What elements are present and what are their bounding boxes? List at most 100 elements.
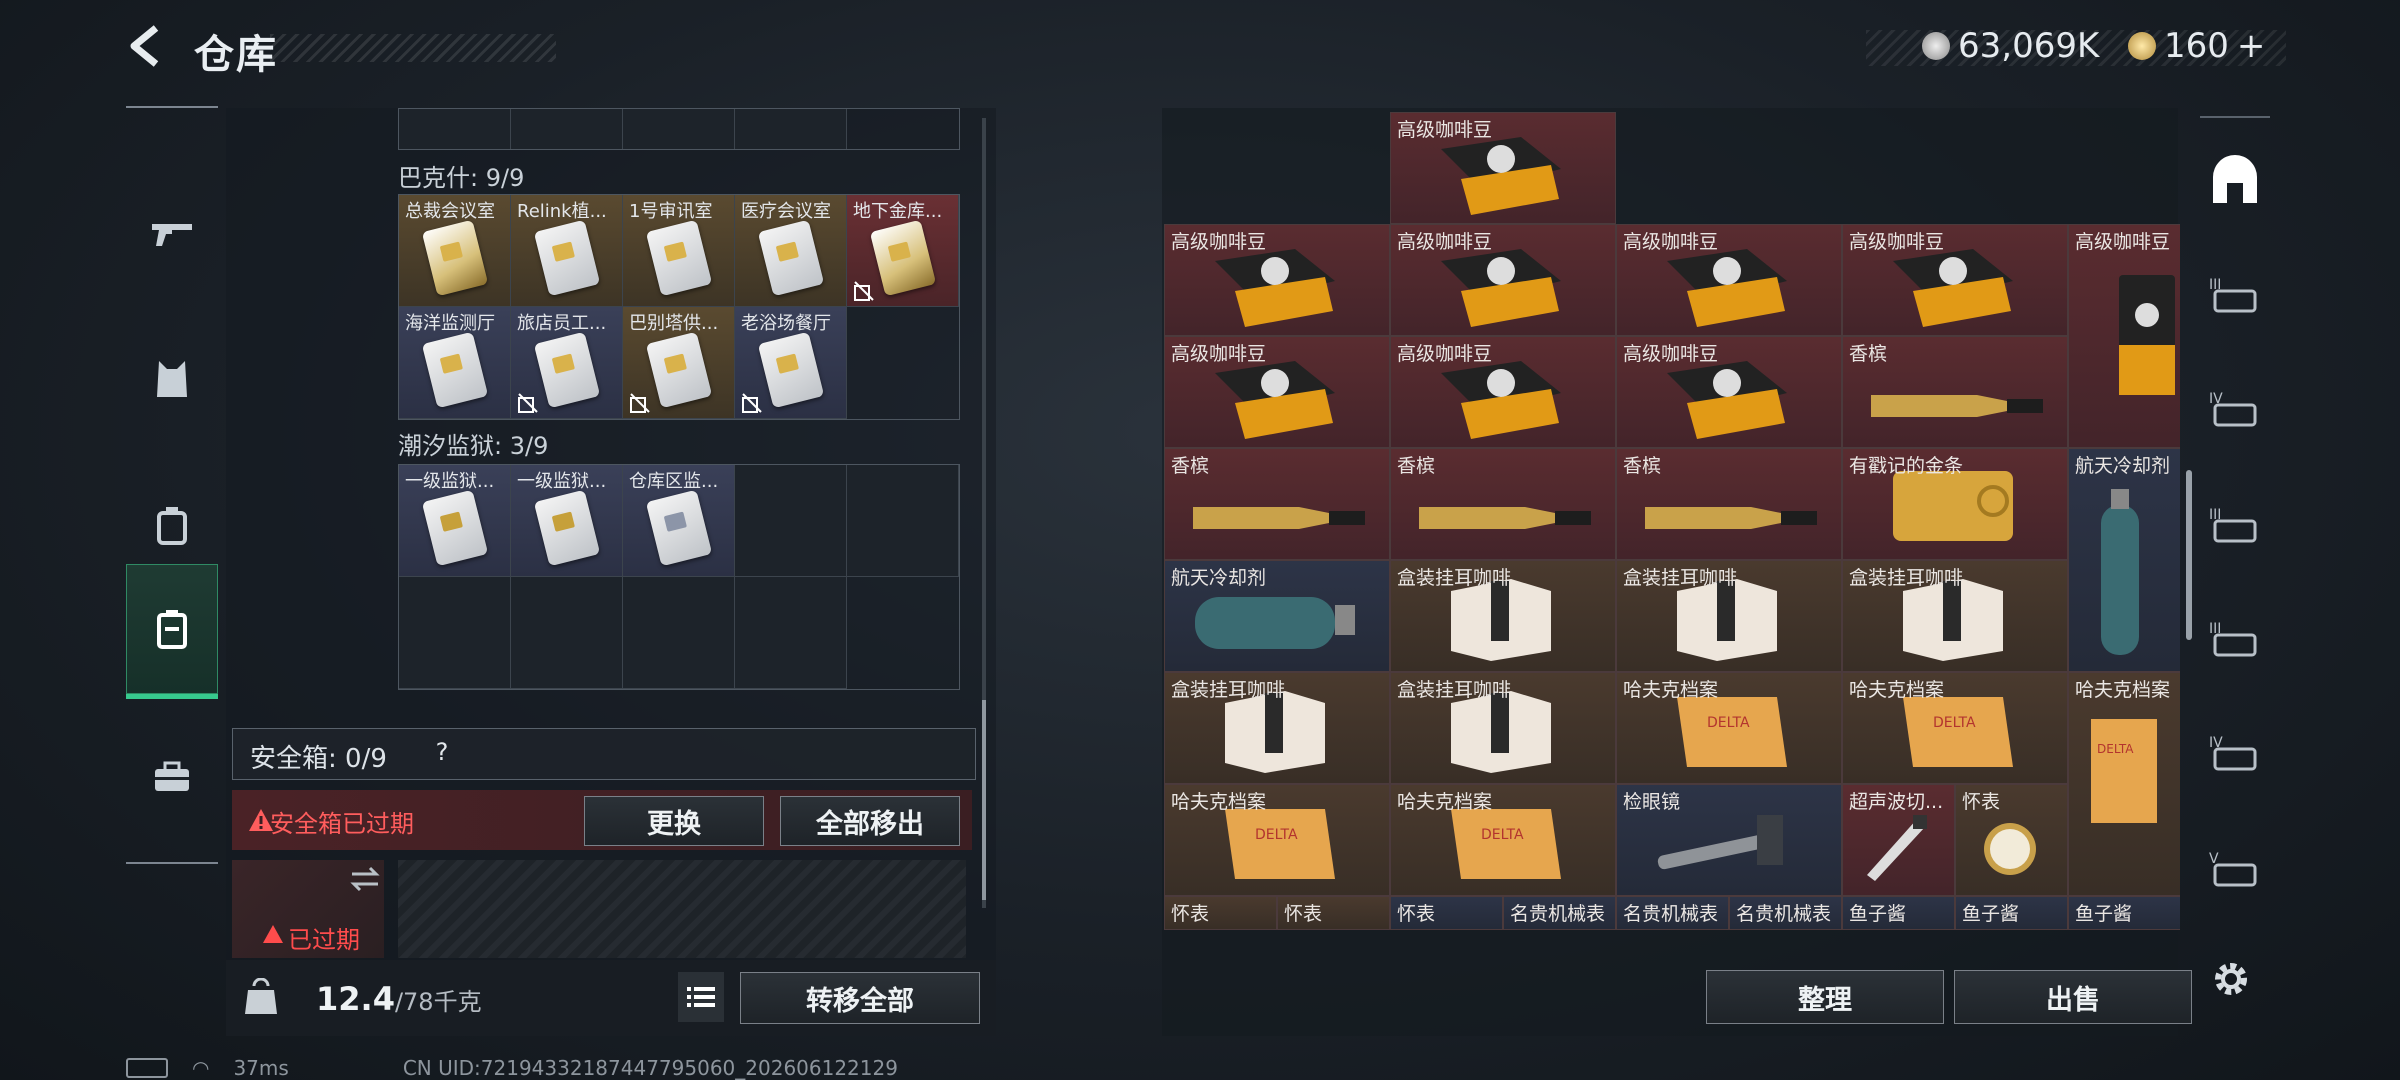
grid-cell[interactable]: [399, 109, 511, 149]
inventory-item[interactable]: 香槟: [1390, 448, 1616, 560]
case-iii-icon[interactable]: III: [2200, 260, 2270, 330]
inventory-item[interactable]: 高级咖啡豆: [1616, 336, 1842, 448]
grid-cell[interactable]: [511, 109, 623, 149]
inventory-item[interactable]: 鱼子酱: [1842, 896, 1955, 930]
case-iv-icon[interactable]: IV: [2200, 374, 2270, 444]
grid-cell[interactable]: [399, 577, 511, 689]
inventory-item[interactable]: 盒装挂耳咖啡: [1164, 672, 1390, 784]
inventory-item[interactable]: 怀表: [1164, 896, 1277, 930]
inventory-item[interactable]: 高级咖啡豆: [1842, 224, 2068, 336]
inventory-item[interactable]: 名贵机械表: [1616, 896, 1729, 930]
transfer-all-button[interactable]: 转移全部: [740, 972, 980, 1024]
keycard-item[interactable]: 一级监狱...: [399, 465, 511, 577]
sell-button[interactable]: 出售: [1954, 970, 2192, 1024]
keycard-icon: [645, 219, 713, 297]
inventory-item[interactable]: 怀表: [1390, 896, 1503, 930]
armor-icon[interactable]: [126, 314, 218, 444]
inventory-item[interactable]: 香槟: [1164, 448, 1390, 560]
inventory-item[interactable]: 高级咖啡豆: [1390, 112, 1616, 224]
back-arrow-icon[interactable]: [126, 24, 166, 68]
currency-2-add[interactable]: +: [2237, 26, 2266, 66]
item-label: 高级咖啡豆: [1849, 231, 1945, 253]
grid-cell[interactable]: [735, 577, 847, 689]
inventory-item[interactable]: 鱼子酱: [2068, 896, 2180, 930]
grid-cell[interactable]: [623, 109, 735, 149]
home-icon[interactable]: [2200, 146, 2270, 216]
swap-icon[interactable]: [350, 866, 380, 892]
keycard-item[interactable]: 海洋监测厅: [399, 307, 511, 419]
inventory-item[interactable]: 有戳记的金条: [1842, 448, 2068, 560]
settings-gear-icon[interactable]: [2210, 958, 2252, 1000]
inventory-item[interactable]: DELTA 哈夫克档案: [2068, 672, 2180, 896]
inventory-item[interactable]: 怀表: [1955, 784, 2068, 896]
inventory-item[interactable]: 盒装挂耳咖啡: [1842, 560, 2068, 672]
inventory-item[interactable]: 高级咖啡豆: [1616, 224, 1842, 336]
inventory-item[interactable]: 高级咖啡豆: [1390, 224, 1616, 336]
inventory-item[interactable]: 怀表: [1277, 896, 1390, 930]
keycard-item[interactable]: Relink植...: [511, 195, 623, 307]
locked-slots: [398, 860, 966, 958]
case-iv-icon[interactable]: IV: [2200, 718, 2270, 788]
inventory-item[interactable]: 检眼镜: [1616, 784, 1842, 896]
left-nav: [126, 106, 218, 864]
inventory-item[interactable]: DELTA 哈夫克档案: [1164, 784, 1390, 896]
inventory-item[interactable]: 名贵机械表: [1503, 896, 1616, 930]
keycard-item[interactable]: 地下金库...: [847, 195, 959, 307]
status-footer: ◠ 37ms CN UID:72194332187447795060_20260…: [126, 1056, 898, 1080]
inventory-item[interactable]: 航天冷却剂: [2068, 448, 2180, 672]
briefcase-icon[interactable]: [126, 712, 218, 842]
safe-box-label: 安全箱: 0/9: [250, 744, 387, 774]
remove-all-button[interactable]: 全部移出: [780, 796, 960, 846]
list-view-icon[interactable]: [678, 972, 724, 1022]
inventory-item[interactable]: DELTA 哈夫克档案: [1616, 672, 1842, 784]
grid-cell[interactable]: [511, 577, 623, 689]
weight-readout: 12.4/78千克: [316, 980, 482, 1018]
grid-cell[interactable]: [847, 465, 959, 577]
weapon-icon[interactable]: [126, 168, 218, 298]
keycard-item[interactable]: 巴别塔供...: [623, 307, 735, 419]
keycard-item[interactable]: 旅店员工...: [511, 307, 623, 419]
sort-button[interactable]: 整理: [1706, 970, 1944, 1024]
item-label: 怀表: [1171, 903, 1210, 925]
keycard-item[interactable]: 仓库区监...: [623, 465, 735, 577]
right-scroll-thumb[interactable]: [2186, 470, 2192, 640]
inventory-item[interactable]: 盒装挂耳咖啡: [1390, 672, 1616, 784]
inventory-item[interactable]: 名贵机械表: [1729, 896, 1842, 930]
inventory-item[interactable]: DELTA 哈夫克档案: [1390, 784, 1616, 896]
case-iii-icon[interactable]: III: [2200, 604, 2270, 674]
item-label: 高级咖啡豆: [1623, 343, 1719, 365]
item-label: 老浴场餐厅: [741, 313, 831, 334]
inventory-item[interactable]: 高级咖啡豆: [1164, 336, 1390, 448]
case-v-icon[interactable]: V: [2200, 834, 2270, 904]
inventory-item[interactable]: 盒装挂耳咖啡: [1390, 560, 1616, 672]
case-iii-icon[interactable]: III: [2200, 490, 2270, 560]
keycard-item[interactable]: 1号审讯室: [623, 195, 735, 307]
grid-cell[interactable]: [623, 577, 735, 689]
grid-cell[interactable]: [735, 465, 847, 577]
help-icon[interactable]: ?: [426, 738, 458, 770]
inventory-item[interactable]: 香槟: [1842, 336, 2068, 448]
replace-button[interactable]: 更换: [584, 796, 764, 846]
keycard-item[interactable]: 老浴场餐厅: [735, 307, 847, 419]
inventory-item[interactable]: 香槟: [1616, 448, 1842, 560]
inventory-item[interactable]: 高级咖啡豆: [1390, 336, 1616, 448]
left-scroll-thumb[interactable]: [982, 700, 986, 900]
inventory-item[interactable]: 超声波切...: [1842, 784, 1955, 896]
keycard-item[interactable]: 总裁会议室: [399, 195, 511, 307]
grid-cell[interactable]: [735, 109, 847, 149]
warehouse-icon[interactable]: [126, 564, 218, 699]
item-label: 名贵机械表: [1623, 903, 1719, 925]
keycard-item[interactable]: 医疗会议室: [735, 195, 847, 307]
inventory-item[interactable]: DELTA 哈夫克档案: [1842, 672, 2068, 784]
right-nav: III IV III III IV V: [2200, 116, 2270, 938]
keycard-icon: [421, 219, 489, 297]
inventory-item[interactable]: 盒装挂耳咖啡: [1616, 560, 1842, 672]
inventory-item[interactable]: 高级咖啡豆: [2068, 224, 2180, 448]
no-drop-icon: [854, 281, 874, 301]
inventory-item[interactable]: 航天冷却剂: [1164, 560, 1390, 672]
keycard-item[interactable]: 一级监狱...: [511, 465, 623, 577]
inventory-item[interactable]: 鱼子酱: [1955, 896, 2068, 930]
inventory-item[interactable]: 高级咖啡豆: [1164, 224, 1390, 336]
currency-2[interactable]: 160 +: [2128, 26, 2265, 66]
item-label: 高级咖啡豆: [1397, 343, 1493, 365]
